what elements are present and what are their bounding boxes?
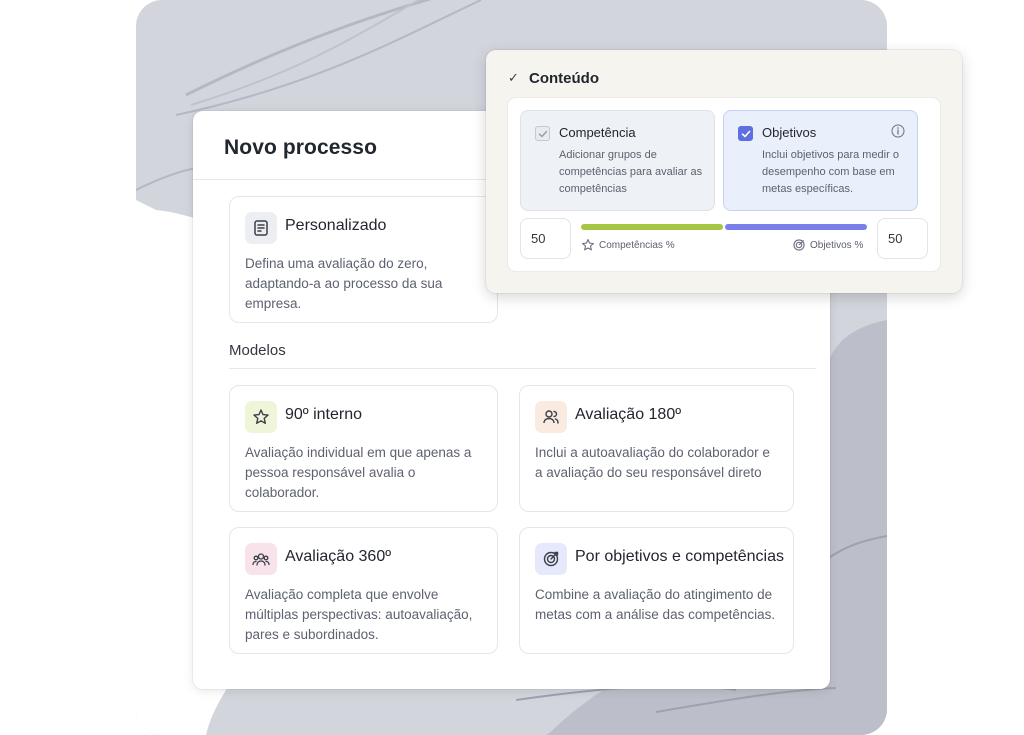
competency-option[interactable]: Competência Adicionar grupos de competên… <box>520 110 715 211</box>
competencies-percent-label: Competências % <box>581 238 675 252</box>
target-icon <box>535 543 567 575</box>
target-icon <box>793 239 805 251</box>
model-card-objectives-competencies[interactable]: Por objetivos e competências Combine a a… <box>519 527 794 654</box>
content-panel: ✓ Conteúdo Competência Adicionar grupos … <box>486 50 962 293</box>
model-title: Avaliação 360º <box>285 548 392 565</box>
star-icon <box>582 239 594 251</box>
content-panel-title: Conteúdo <box>529 70 599 87</box>
model-card-90-internal[interactable]: 90º interno Avaliação individual em que … <box>229 385 498 512</box>
objectives-percent-text: Objetivos % <box>810 239 864 251</box>
competencies-share-bar[interactable] <box>581 224 723 230</box>
check-icon: ✓ <box>508 70 519 85</box>
group-icon <box>245 543 277 575</box>
custom-process-card[interactable]: Personalizado Defina uma avaliação do ze… <box>229 196 498 323</box>
page-title: Novo processo <box>224 136 378 159</box>
objectives-title: Objetivos <box>762 125 817 140</box>
competencies-percent-input[interactable]: 50 <box>520 218 571 259</box>
objectives-checkbox[interactable] <box>738 126 753 141</box>
competency-description: Adicionar grupos de competências para av… <box>559 149 703 195</box>
models-divider <box>229 368 816 369</box>
star-icon <box>245 401 277 433</box>
competency-checkbox[interactable] <box>535 126 550 141</box>
competency-title: Competência <box>559 125 636 140</box>
objectives-share-bar[interactable] <box>725 224 867 230</box>
objectives-description: Inclui objetivos para medir o desempenho… <box>762 149 899 195</box>
competencies-percent-text: Competências % <box>599 239 675 251</box>
objectives-percent-label: Objetivos % <box>792 238 863 252</box>
model-title: Avaliação 180º <box>575 406 682 423</box>
users-icon <box>535 401 567 433</box>
model-description: Combine a avaliação do atingimento de me… <box>535 587 776 622</box>
model-title: Por objetivos e competências <box>575 548 784 565</box>
objectives-percent-input[interactable]: 50 <box>877 218 928 259</box>
model-description: Avaliação individual em que apenas a pes… <box>245 445 472 500</box>
models-label: Modelos <box>229 342 286 359</box>
model-card-360[interactable]: Avaliação 360º Avaliação completa que en… <box>229 527 498 654</box>
model-title: 90º interno <box>285 406 363 423</box>
info-icon[interactable] <box>891 124 905 143</box>
objectives-option[interactable]: Objetivos Inclui objetivos para medir o … <box>723 110 918 211</box>
document-icon <box>245 212 277 244</box>
custom-process-description: Defina uma avaliação do zero, adaptando-… <box>245 256 443 311</box>
model-card-180[interactable]: Avaliação 180º Inclui a autoavaliação do… <box>519 385 794 512</box>
custom-process-title: Personalizado <box>285 217 387 234</box>
model-description: Avaliação completa que envolve múltiplas… <box>245 587 473 642</box>
content-panel-body: Competência Adicionar grupos de competên… <box>507 97 941 272</box>
model-description: Inclui a autoavaliação do colaborador e … <box>535 445 770 480</box>
